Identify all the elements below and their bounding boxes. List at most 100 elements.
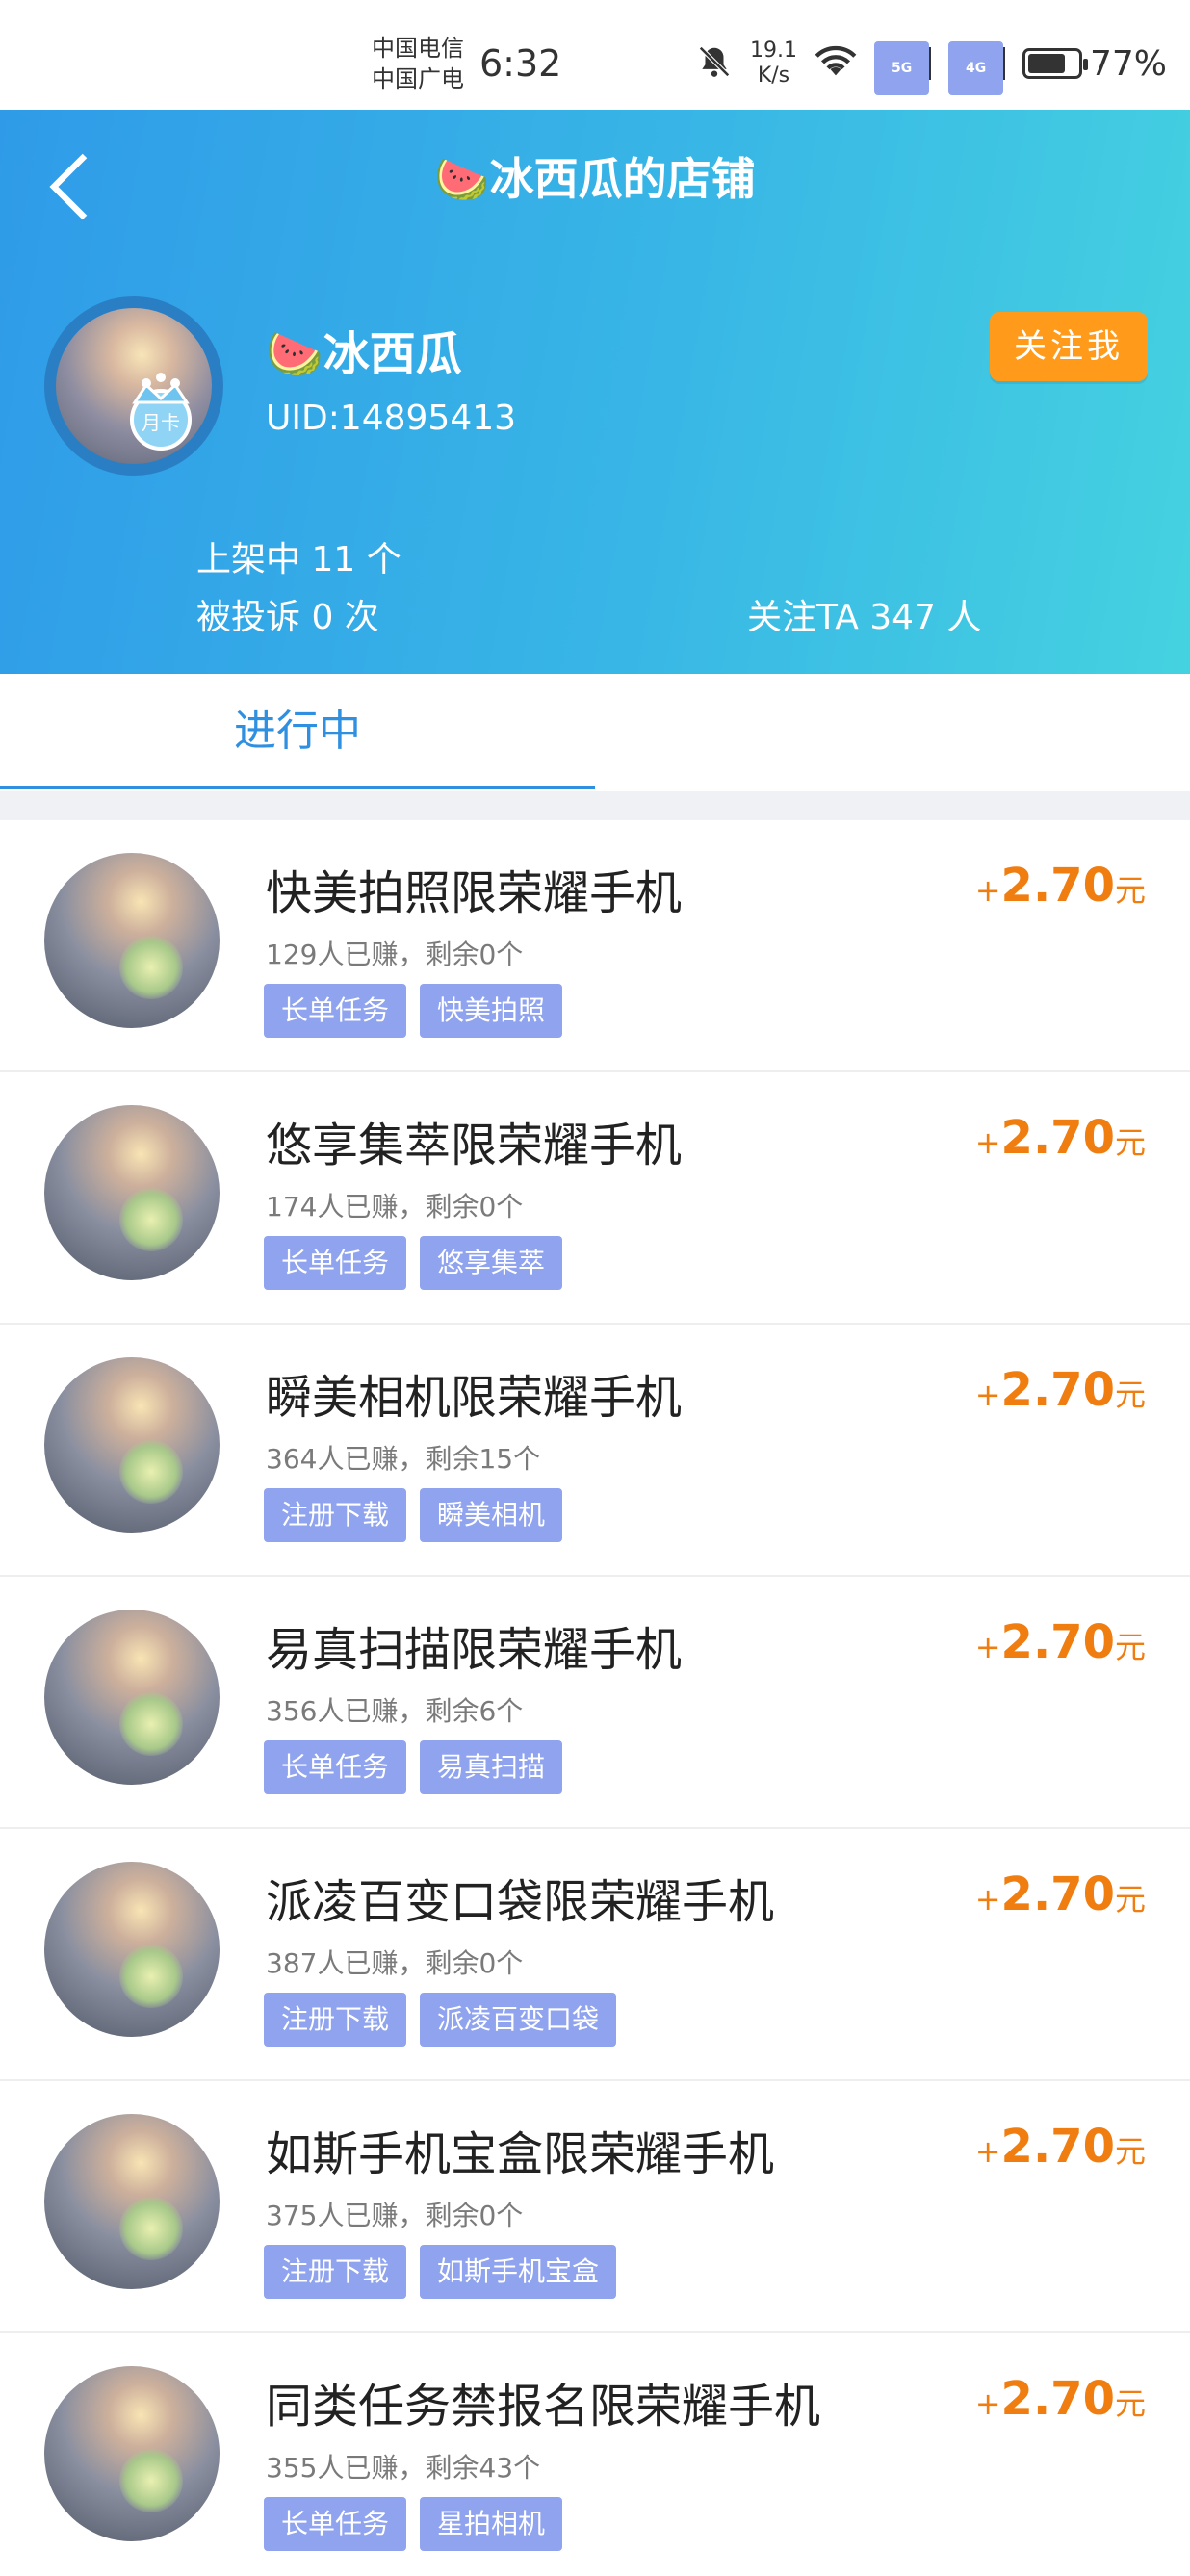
reward-unit: 元 [1114,2385,1146,2422]
reward-amount: 2.70 [1000,1615,1115,1669]
carrier-2: 中国广电 [372,65,464,92]
list-item[interactable]: 快美拍照限荣耀手机 129人已赚，剩余0个 长单任务 快美拍照 + 2.70 元 [0,820,1190,1072]
task-tag: 长单任务 [264,984,407,1038]
follow-button[interactable]: 关注我 [990,312,1148,381]
reward-amount: 2.70 [1000,1363,1115,1417]
reward-unit: 元 [1114,1124,1146,1161]
task-reward: + 2.70 元 [975,859,1146,913]
battery-icon [1022,48,1088,79]
list-item[interactable]: 悠享集萃限荣耀手机 174人已赚，剩余0个 长单任务 悠享集萃 + 2.70 元 [0,1072,1190,1325]
task-tags: 注册下载 派凌百变口袋 [264,1993,617,2047]
mute-bell-icon [696,43,733,84]
task-tag: 长单任务 [264,1740,407,1794]
task-tags: 注册下载 如斯手机宝盒 [264,2245,617,2299]
battery-indicator: 77% [1022,44,1167,84]
task-list: 快美拍照限荣耀手机 129人已赚，剩余0个 长单任务 快美拍照 + 2.70 元 … [0,820,1190,2576]
task-tag: 注册下载 [264,1488,407,1542]
user-name: 🍉冰西瓜 [266,327,462,381]
listed-count: 上架中 11 个 [196,540,401,580]
section-divider [0,791,1190,820]
task-tags: 长单任务 星拍相机 [264,2497,563,2551]
status-icons: 19.1 K/s 5G 4G 77% [696,37,1167,95]
task-stats: 174人已赚，剩余0个 [266,1191,524,1223]
task-reward: + 2.70 元 [975,1111,1146,1165]
task-stats: 387人已赚，剩余0个 [266,1947,524,1979]
task-thumbnail [44,2114,220,2289]
tab-in-progress[interactable]: 进行中 [0,674,595,791]
task-tag: 悠享集萃 [420,1236,563,1290]
list-item[interactable]: 瞬美相机限荣耀手机 364人已赚，剩余15个 注册下载 瞬美相机 + 2.70 元 [0,1325,1190,1577]
task-thumbnail [44,1862,220,2037]
list-item[interactable]: 派凌百变口袋限荣耀手机 387人已赚，剩余0个 注册下载 派凌百变口袋 + 2.7… [0,1829,1190,2081]
wifi-icon [815,44,857,83]
list-item[interactable]: 同类任务禁报名限荣耀手机 355人已赚，剩余43个 长单任务 星拍相机 + 2.7… [0,2333,1190,2576]
task-title: 快美拍照限荣耀手机 [266,866,683,920]
reward-plus: + [974,872,1001,909]
battery-percent: 77% [1089,43,1167,84]
task-tags: 注册下载 瞬美相机 [264,1488,563,1542]
signal-4g-icon: 4G [947,41,1005,95]
complaint-count: 被投诉 0 次 [196,598,379,637]
reward-unit: 元 [1114,1881,1146,1918]
network-speed: 19.1 K/s [750,39,797,89]
tab-indicator [0,786,595,789]
task-thumbnail [44,1610,220,1785]
speed-value: 19.1 [750,39,797,63]
carrier-labels: 中国电信 中国广电 [372,33,464,94]
reward-unit: 元 [1114,872,1146,909]
task-tags: 长单任务 悠享集萃 [264,1236,563,1290]
reward-amount: 2.70 [1000,1868,1115,1921]
page-title: 🍉冰西瓜的店铺 [434,153,756,205]
reward-plus: + [974,1377,1001,1413]
task-thumbnail [44,1357,220,1533]
reward-amount: 2.70 [1000,1111,1115,1165]
speed-unit: K/s [757,64,790,88]
task-title: 悠享集萃限荣耀手机 [266,1119,683,1172]
task-thumbnail [44,2366,220,2541]
task-title: 同类任务禁报名限荣耀手机 [266,2380,821,2434]
list-item[interactable]: 如斯手机宝盒限荣耀手机 375人已赚，剩余0个 注册下载 如斯手机宝盒 + 2.7… [0,2081,1190,2333]
reward-amount: 2.70 [1000,2372,1115,2426]
task-tag: 派凌百变口袋 [420,1993,617,2047]
monthly-card-crown-icon: 月卡 [117,364,204,451]
task-reward: + 2.70 元 [975,2372,1146,2426]
task-reward: + 2.70 元 [975,1868,1146,1921]
task-title: 派凌百变口袋限荣耀手机 [266,1875,775,1929]
avatar[interactable]: 月卡 [44,296,223,476]
task-stats: 356人已赚，剩余6个 [266,1695,524,1727]
task-tags: 长单任务 易真扫描 [264,1740,563,1794]
reward-plus: + [974,1124,1001,1161]
task-title: 易真扫描限荣耀手机 [266,1623,683,1677]
reward-plus: + [974,2385,1001,2422]
task-tag: 易真扫描 [420,1740,563,1794]
carrier-1: 中国电信 [372,35,464,62]
signal-5g-icon: 5G [873,41,931,95]
user-uid: UID:14895413 [266,399,517,438]
status-bar: 中国电信 中国广电 6:32 19.1 K/s 5G 4G 77% [0,0,1190,110]
task-stats: 364人已赚，剩余15个 [266,1443,541,1475]
task-tag: 如斯手机宝盒 [420,2245,617,2299]
shop-header: 🍉冰西瓜的店铺 月卡 🍉冰西瓜 UID:14895413 关注我 上架中 11 … [0,110,1190,674]
battery-fill [1027,54,1066,73]
task-thumbnail [44,853,220,1028]
task-tag: 注册下载 [264,1993,407,2047]
reward-unit: 元 [1114,1629,1146,1665]
task-reward: + 2.70 元 [975,1615,1146,1669]
task-stats: 375人已赚，剩余0个 [266,2200,524,2231]
reward-plus: + [974,2133,1001,2170]
list-item[interactable]: 易真扫描限荣耀手机 356人已赚，剩余6个 长单任务 易真扫描 + 2.70 元 [0,1577,1190,1829]
task-title: 瞬美相机限荣耀手机 [266,1371,683,1425]
monthly-card-badge: 月卡 [142,411,180,434]
task-tag: 快美拍照 [420,984,563,1038]
task-tag: 瞬美相机 [420,1488,563,1542]
task-tag: 星拍相机 [420,2497,563,2551]
reward-amount: 2.70 [1000,2120,1115,2174]
task-stats: 129人已赚，剩余0个 [266,939,524,970]
reward-unit: 元 [1114,1377,1146,1413]
task-reward: + 2.70 元 [975,1363,1146,1417]
task-tag: 长单任务 [264,1236,407,1290]
task-tag: 长单任务 [264,2497,407,2551]
reward-unit: 元 [1114,2133,1146,2170]
task-title: 如斯手机宝盒限荣耀手机 [266,2127,775,2181]
reward-plus: + [974,1629,1001,1665]
